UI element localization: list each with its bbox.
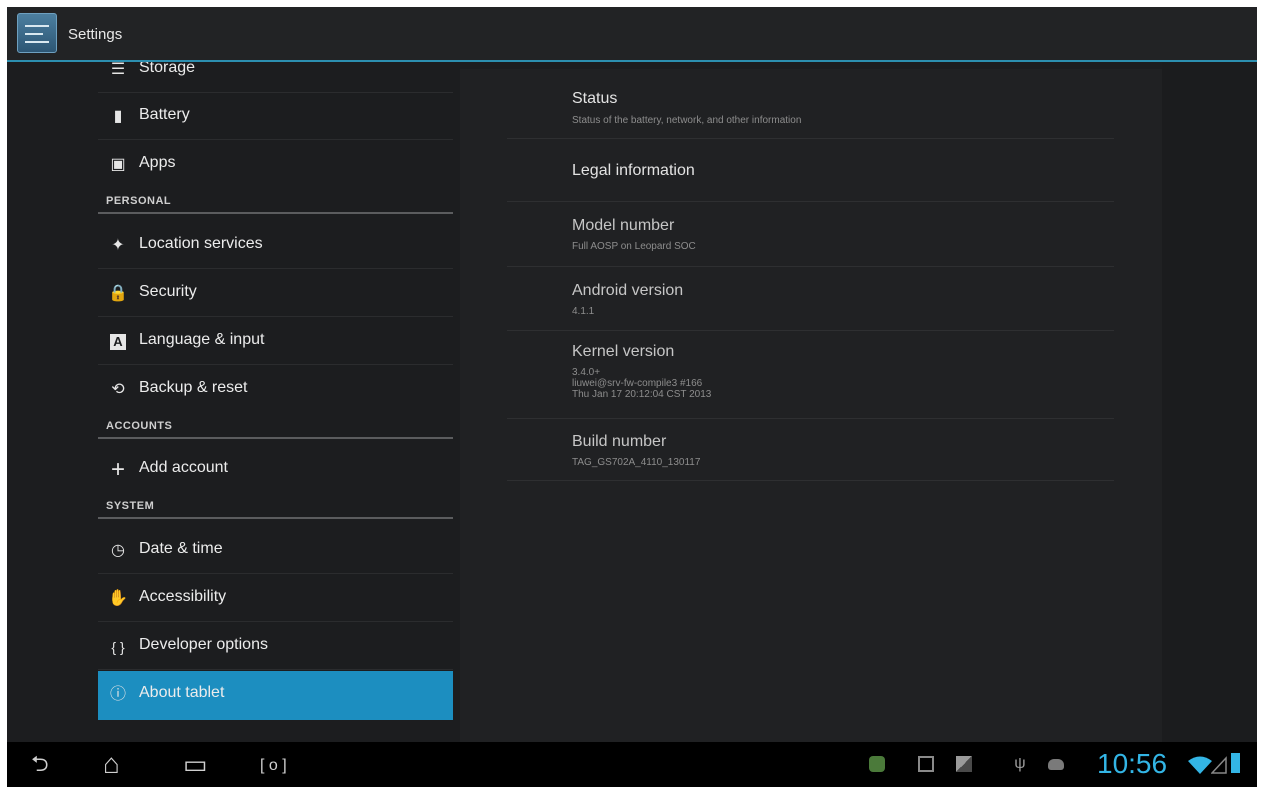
battery-icon: ▮: [113, 108, 123, 125]
section-header-personal: PERSONAL: [98, 190, 453, 214]
pref-summary: Status of the battery, network, and othe…: [572, 115, 802, 126]
sidebar-item-battery[interactable]: ▮ Battery: [98, 93, 453, 140]
sidebar-item-label: Developer options: [139, 636, 268, 653]
sidebar-item-label: Storage: [139, 62, 196, 76]
sidebar-item-label: Language & input: [139, 331, 265, 348]
pref-title: Kernel version: [572, 343, 675, 360]
sidebar-item-label: Location services: [139, 235, 263, 252]
keyboard-icon: A: [110, 334, 126, 350]
sidebar-item-apps[interactable]: ▣ Apps: [98, 141, 453, 188]
braces-icon: { }: [111, 639, 125, 655]
usb-icon[interactable]: ψ: [1012, 756, 1028, 772]
sidebar-item-security[interactable]: 🔒 Security: [98, 270, 453, 317]
screenshot-notification-icon[interactable]: [956, 756, 972, 772]
storage-icon: ☰: [110, 62, 126, 78]
info-icon: ⓘ: [109, 686, 126, 703]
pref-title: Model number: [572, 217, 675, 234]
pref-title: Status: [572, 90, 618, 107]
hand-icon: ✋: [108, 590, 128, 607]
pref-value-line: liuwei@srv-fw-compile3 #166: [572, 378, 703, 389]
about-tablet-pane: Status Status of the battery, network, a…: [460, 69, 1162, 742]
pref-build-number[interactable]: Build number TAG_GS702A_4110_130117: [507, 419, 1114, 481]
battery-status-icon[interactable]: [1231, 753, 1240, 773]
backup-icon: ⟲: [111, 381, 125, 398]
lock-icon: 🔒: [108, 285, 128, 302]
action-bar: Settings: [7, 7, 1257, 62]
plus-icon: +: [110, 456, 125, 483]
section-header-system: SYSTEM: [98, 495, 453, 519]
wifi-icon[interactable]: [1187, 756, 1213, 774]
system-bar: ⮌ ⌂ ▭ [ o ] ψ 10:56: [7, 742, 1257, 787]
pref-android-version[interactable]: Android version 4.1.1: [507, 267, 1114, 331]
sidebar-item-developer-options[interactable]: { } Developer options: [98, 623, 453, 670]
sidebar-item-add-account[interactable]: + Add account: [98, 446, 453, 493]
sidebar-item-date-time[interactable]: ◷ Date & time: [98, 527, 453, 574]
pref-title: Android version: [572, 282, 684, 299]
pref-value: 4.1.1: [572, 306, 595, 317]
sidebar-item-accessibility[interactable]: ✋ Accessibility: [98, 575, 453, 622]
debug-notification-icon[interactable]: [1048, 759, 1064, 770]
section-header-label: PERSONAL: [106, 195, 172, 207]
section-header-label: SYSTEM: [106, 500, 155, 512]
pref-legal-information[interactable]: Legal information: [507, 139, 1114, 202]
settings-sliders-icon[interactable]: [17, 13, 57, 53]
clock-icon: ◷: [111, 542, 125, 559]
pref-value-line: Thu Jan 17 20:12:04 CST 2013: [572, 389, 712, 400]
sidebar-item-storage[interactable]: ☰ Storage: [98, 62, 453, 93]
pref-value: TAG_GS702A_4110_130117: [572, 457, 701, 468]
sidebar-item-label: Date & time: [139, 540, 223, 557]
sidebar-item-backup[interactable]: ⟲ Backup & reset: [98, 366, 453, 413]
sidebar-item-location[interactable]: ✦ Location services: [98, 222, 453, 269]
section-header-label: ACCOUNTS: [106, 420, 173, 432]
pref-status[interactable]: Status Status of the battery, network, a…: [507, 69, 1114, 139]
sidebar-item-label: About tablet: [139, 684, 225, 701]
clock[interactable]: 10:56: [1097, 748, 1167, 780]
recent-apps-icon[interactable]: ▭: [183, 750, 208, 778]
pref-title: Build number: [572, 433, 667, 450]
right-margin: [1162, 62, 1257, 742]
sidebar-item-label: Security: [139, 283, 197, 300]
sidebar-item-language[interactable]: A Language & input: [98, 318, 453, 365]
sidebar-item-about-tablet[interactable]: ⓘ About tablet: [98, 671, 453, 720]
gallery-notification-icon[interactable]: [918, 756, 934, 772]
pref-model-number: Model number Full AOSP on Leopard SOC: [507, 202, 1114, 267]
signal-icon: [1211, 756, 1227, 774]
back-icon[interactable]: ⮌: [31, 750, 49, 778]
sidebar-item-label: Apps: [139, 154, 176, 171]
location-icon: ✦: [111, 237, 125, 254]
settings-sidebar: ☰ Storage ▮ Battery ▣ Apps PERSONAL ✦ Lo…: [7, 62, 462, 742]
sidebar-item-label: Backup & reset: [139, 379, 248, 396]
section-header-accounts: ACCOUNTS: [98, 415, 453, 439]
app-title: Settings: [68, 26, 123, 43]
apps-icon: ▣: [110, 156, 126, 173]
tablet-screen: Settings ☰ Storage ▮ Battery ▣ Apps PERS…: [7, 7, 1257, 787]
android-robot-notification-icon[interactable]: [869, 756, 885, 772]
pref-value: Full AOSP on Leopard SOC: [572, 241, 696, 252]
sidebar-item-label: Add account: [139, 459, 228, 476]
sidebar-item-label: Accessibility: [139, 588, 227, 605]
pref-title: Legal information: [572, 162, 695, 179]
home-icon[interactable]: ⌂: [103, 750, 120, 778]
pref-value-line: 3.4.0+: [572, 367, 601, 378]
screenshot-icon[interactable]: [ o ]: [260, 752, 287, 780]
pref-kernel-version: Kernel version 3.4.0+ liuwei@srv-fw-comp…: [507, 331, 1114, 419]
sidebar-item-label: Battery: [139, 106, 190, 123]
